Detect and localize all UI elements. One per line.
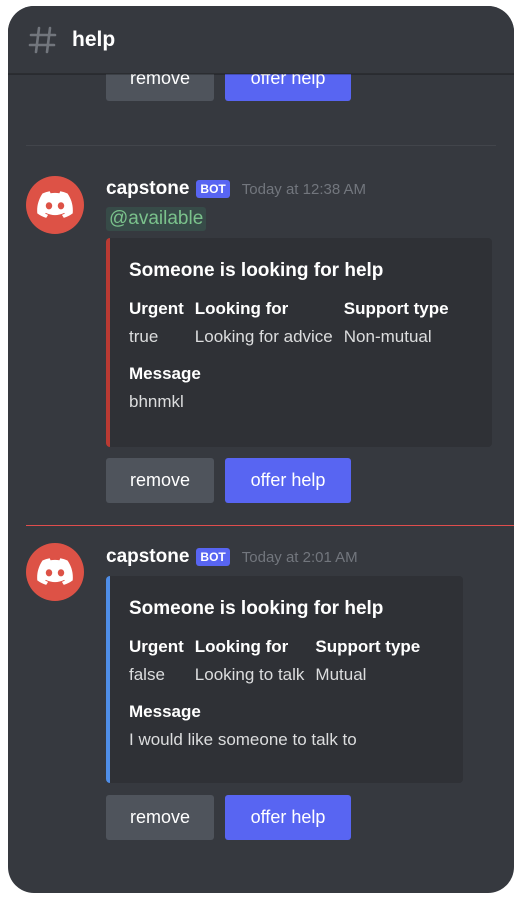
new-messages-divider bbox=[26, 525, 514, 526]
bot-badge: BOT bbox=[196, 548, 230, 566]
embed-card: Someone is looking for help Urgent false… bbox=[106, 576, 463, 783]
message-field-name: Message bbox=[129, 702, 201, 721]
chat-window: remove offer help help capstone BOT Toda… bbox=[8, 6, 514, 893]
channel-name: help bbox=[72, 27, 116, 51]
remove-button[interactable]: remove bbox=[106, 795, 214, 840]
hash-icon bbox=[28, 26, 57, 53]
author-name[interactable]: capstone bbox=[106, 178, 189, 200]
field-value: Looking to talk bbox=[194, 665, 305, 684]
avatar[interactable] bbox=[26, 543, 84, 601]
field-name: Support type bbox=[343, 299, 449, 318]
author-name[interactable]: capstone bbox=[106, 546, 189, 568]
field-support-type: Support type Mutual bbox=[315, 637, 420, 685]
offer-help-button[interactable]: offer help bbox=[225, 458, 351, 503]
field-support-type: Support type Non-mutual bbox=[344, 299, 449, 347]
field-value: true bbox=[129, 327, 159, 346]
field-name: Urgent bbox=[129, 637, 184, 656]
discord-logo-icon bbox=[37, 191, 73, 218]
field-name: Support type bbox=[315, 637, 421, 656]
remove-button[interactable]: remove bbox=[106, 458, 214, 503]
field-name: Looking for bbox=[194, 637, 289, 656]
timestamp: Today at 2:01 AM bbox=[241, 548, 358, 566]
timestamp: Today at 12:38 AM bbox=[241, 180, 367, 198]
role-mention[interactable]: @available bbox=[106, 207, 207, 231]
message-field-value: bhnmkl bbox=[129, 392, 184, 411]
discord-logo-icon bbox=[37, 558, 73, 585]
embed-title: Someone is looking for help bbox=[129, 598, 384, 619]
field-looking-for: Looking for Looking for advice bbox=[195, 299, 333, 347]
offer-help-button[interactable]: offer help bbox=[225, 795, 351, 840]
message-header: capstone BOT Today at 2:01 AM bbox=[106, 546, 358, 568]
field-urgent: Urgent true bbox=[129, 299, 184, 347]
message-divider bbox=[26, 145, 496, 146]
channel-header: help bbox=[8, 6, 514, 74]
embed-fields: Urgent false Looking for Looking to talk… bbox=[129, 637, 445, 685]
field-name: Looking for bbox=[194, 299, 289, 318]
message-field-name: Message bbox=[129, 364, 201, 383]
field-value: Non-mutual bbox=[343, 327, 432, 346]
field-urgent: Urgent false bbox=[129, 637, 184, 685]
field-name: Urgent bbox=[129, 299, 184, 318]
field-looking-for: Looking for Looking to talk bbox=[195, 637, 305, 685]
field-value: Looking for advice bbox=[194, 327, 333, 346]
embed-card: Someone is looking for help Urgent true … bbox=[106, 238, 492, 447]
field-value: false bbox=[129, 665, 165, 684]
embed-fields: Urgent true Looking for Looking for advi… bbox=[129, 299, 474, 347]
message-field-value: I would like someone to talk to bbox=[129, 730, 357, 749]
field-value: Mutual bbox=[315, 665, 367, 684]
avatar[interactable] bbox=[26, 176, 84, 234]
bot-badge: BOT bbox=[196, 180, 230, 198]
message-header: capstone BOT Today at 12:38 AM bbox=[106, 178, 366, 200]
embed-title: Someone is looking for help bbox=[129, 260, 384, 281]
